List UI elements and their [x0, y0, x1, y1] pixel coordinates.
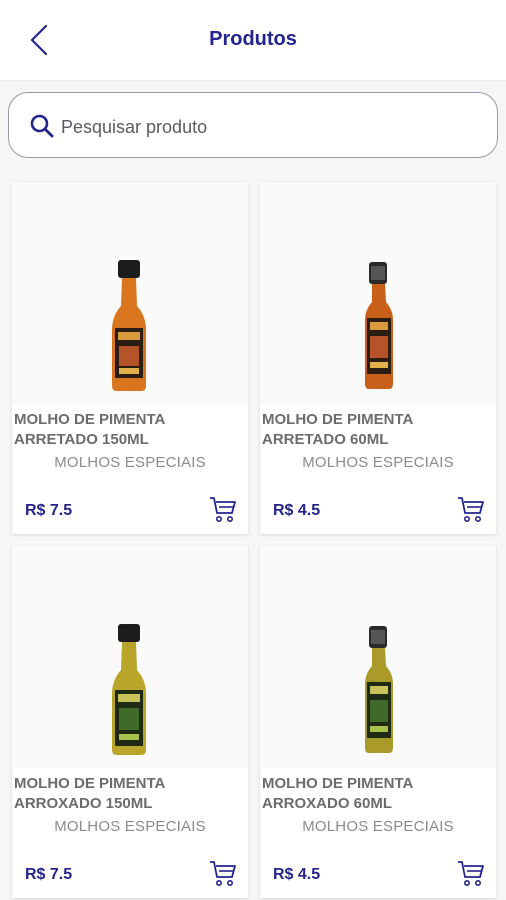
product-card[interactable]: MOLHO DE PIMENTA ARROXADO 150ML MOLHOS E…	[12, 546, 248, 898]
product-name: MOLHO DE PIMENTA ARRETADO 60ML	[262, 411, 413, 448]
product-image	[12, 546, 248, 768]
product-price: R$ 7.5	[25, 866, 73, 883]
product-image	[12, 182, 248, 404]
product-price: R$ 7.5	[25, 502, 73, 519]
product-card[interactable]: MOLHO DE PIMENTA ARRETADO 60ML MOLHOS ES…	[260, 182, 496, 534]
product-price: R$ 4.5	[273, 866, 321, 883]
product-card[interactable]: MOLHO DE PIMENTA ARROXADO 60ML MOLHOS ES…	[260, 546, 496, 898]
add-to-cart-icon[interactable]	[208, 858, 238, 888]
hot-sauce-bottle-image	[365, 262, 393, 389]
product-category: MOLHOS ESPECIAIS	[54, 454, 206, 471]
search-bar[interactable]	[8, 92, 498, 158]
product-image	[260, 182, 496, 404]
product-name: MOLHO DE PIMENTA ARROXADO 150ML	[14, 775, 165, 812]
search-icon	[30, 114, 54, 138]
product-category: MOLHOS ESPECIAIS	[302, 454, 454, 471]
hot-sauce-bottle-image	[112, 624, 146, 755]
product-card[interactable]: MOLHO DE PIMENTA ARRETADO 150ML MOLHOS E…	[12, 182, 248, 534]
product-name: MOLHO DE PIMENTA ARRETADO 150ML	[14, 411, 165, 448]
add-to-cart-icon[interactable]	[456, 858, 486, 888]
search-input[interactable]	[59, 111, 483, 143]
product-name: MOLHO DE PIMENTA ARROXADO 60ML	[262, 775, 413, 812]
hot-sauce-bottle-image	[112, 260, 146, 391]
add-to-cart-icon[interactable]	[208, 494, 238, 524]
app-header: Produtos	[0, 0, 506, 81]
page-title: Produtos	[209, 28, 297, 50]
product-category: MOLHOS ESPECIAIS	[54, 818, 206, 835]
add-to-cart-icon[interactable]	[456, 494, 486, 524]
product-category: MOLHOS ESPECIAIS	[302, 818, 454, 835]
product-image	[260, 546, 496, 768]
product-price: R$ 4.5	[273, 502, 321, 519]
hot-sauce-bottle-image	[365, 626, 393, 753]
